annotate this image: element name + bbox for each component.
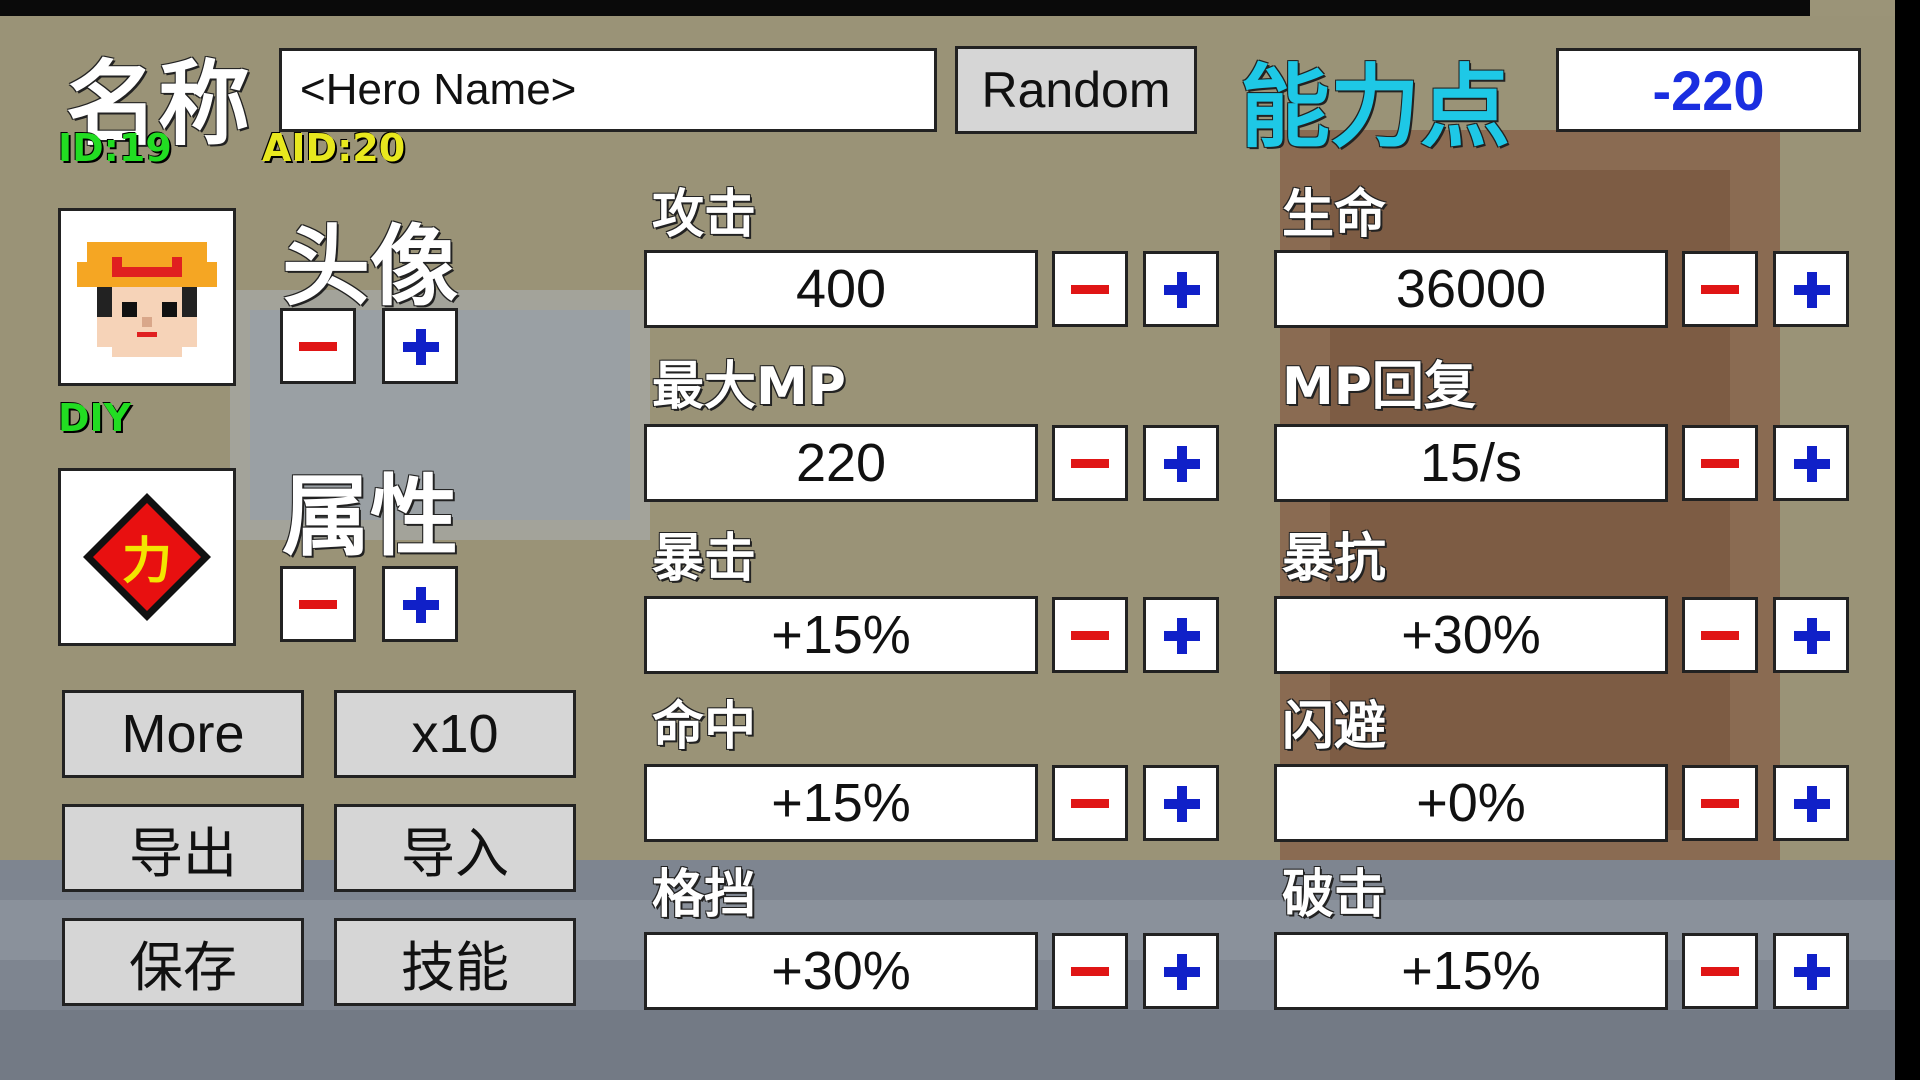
export-button[interactable]: 导出 — [62, 804, 304, 892]
attribute-preview[interactable]: 力 — [58, 468, 236, 646]
crit-plus-button[interactable] — [1143, 597, 1219, 673]
hp-minus-button[interactable] — [1682, 251, 1758, 327]
mp-regen-plus-button[interactable] — [1773, 425, 1849, 501]
minus-icon — [1701, 631, 1739, 640]
pierce-plus-button[interactable] — [1773, 933, 1849, 1009]
import-button[interactable]: 导入 — [334, 804, 576, 892]
crit-value: +15% — [644, 596, 1038, 674]
max-mp-plus-button[interactable] — [1143, 425, 1219, 501]
max-mp-value: 220 — [644, 424, 1038, 502]
hit-label: 命中 — [652, 697, 757, 757]
minus-icon — [1701, 967, 1739, 976]
block-minus-button[interactable] — [1052, 933, 1128, 1009]
plus-icon-bar — [1807, 786, 1817, 822]
hp-value: 36000 — [1274, 250, 1668, 328]
plus-icon-bar — [1177, 954, 1187, 990]
plus-icon-bar — [416, 587, 426, 623]
save-button[interactable]: 保存 — [62, 918, 304, 1006]
mp-regen-label: MP回复 — [1282, 357, 1476, 417]
crit-minus-button[interactable] — [1052, 597, 1128, 673]
plus-icon-bar — [1807, 272, 1817, 308]
minus-icon — [1701, 285, 1739, 294]
block-plus-button[interactable] — [1143, 933, 1219, 1009]
minus-icon — [1071, 967, 1109, 976]
ability-points-value: -220 — [1652, 58, 1765, 122]
id-tag: ID:19 — [58, 126, 172, 170]
minus-icon — [1071, 285, 1109, 294]
block-value: +30% — [644, 932, 1038, 1010]
attack-plus-button[interactable] — [1143, 251, 1219, 327]
top-bar — [0, 0, 1810, 16]
dodge-plus-button[interactable] — [1773, 765, 1849, 841]
max-mp-minus-button[interactable] — [1052, 425, 1128, 501]
pierce-label: 破击 — [1282, 865, 1387, 925]
minus-icon — [1071, 631, 1109, 640]
minus-icon — [299, 342, 337, 351]
minus-icon — [1701, 799, 1739, 808]
plus-icon-bar — [1807, 618, 1817, 654]
diy-tag: DIY — [58, 396, 132, 440]
hp-plus-button[interactable] — [1773, 251, 1849, 327]
minus-icon — [1071, 459, 1109, 468]
mp-regen-minus-button[interactable] — [1682, 425, 1758, 501]
hero-name-input[interactable]: <Hero Name> — [279, 48, 937, 132]
attribute-prev-button[interactable] — [280, 566, 356, 642]
max-mp-label: 最大MP — [652, 357, 846, 417]
avatar-prev-button[interactable] — [280, 308, 356, 384]
plus-icon-bar — [1177, 272, 1187, 308]
mp-regen-value: 15/s — [1274, 424, 1668, 502]
aid-tag: AID:20 — [262, 126, 406, 170]
plus-icon-bar — [1807, 954, 1817, 990]
crit-resist-label: 暴抗 — [1282, 529, 1387, 589]
attribute-glyph: 力 — [122, 533, 172, 589]
avatar-preview[interactable] — [58, 208, 236, 386]
avatar-next-button[interactable] — [382, 308, 458, 384]
hit-value: +15% — [644, 764, 1038, 842]
hero-name-placeholder: <Hero Name> — [300, 65, 577, 114]
plus-icon-bar — [1177, 786, 1187, 822]
plus-icon-bar — [416, 329, 426, 365]
pierce-minus-button[interactable] — [1682, 933, 1758, 1009]
hp-label: 生命 — [1282, 185, 1387, 245]
plus-icon-bar — [1177, 446, 1187, 482]
ability-points-label: 能力点 — [1240, 55, 1510, 160]
more-button[interactable]: More — [62, 690, 304, 778]
dodge-minus-button[interactable] — [1682, 765, 1758, 841]
attack-label: 攻击 — [652, 185, 757, 245]
attribute-label: 属性 — [282, 465, 459, 568]
minus-icon — [1701, 459, 1739, 468]
right-edge-bar — [1895, 0, 1920, 1080]
hit-minus-button[interactable] — [1052, 765, 1128, 841]
random-name-button[interactable]: Random — [955, 46, 1197, 134]
minus-icon — [1071, 799, 1109, 808]
dodge-label: 闪避 — [1282, 697, 1387, 757]
hit-plus-button[interactable] — [1143, 765, 1219, 841]
dodge-value: +0% — [1274, 764, 1668, 842]
avatar-label: 头像 — [282, 215, 459, 318]
attack-minus-button[interactable] — [1052, 251, 1128, 327]
ability-points-value-box: -220 — [1556, 48, 1861, 132]
crit-resist-value: +30% — [1274, 596, 1668, 674]
x10-button[interactable]: x10 — [334, 690, 576, 778]
block-label: 格挡 — [652, 865, 757, 925]
crit-resist-minus-button[interactable] — [1682, 597, 1758, 673]
plus-icon-bar — [1177, 618, 1187, 654]
attack-value: 400 — [644, 250, 1038, 328]
skills-button[interactable]: 技能 — [334, 918, 576, 1006]
crit-resist-plus-button[interactable] — [1773, 597, 1849, 673]
crit-label: 暴击 — [652, 529, 757, 589]
plus-icon-bar — [1807, 446, 1817, 482]
pierce-value: +15% — [1274, 932, 1668, 1010]
minus-icon — [299, 600, 337, 609]
hero-face-icon — [77, 242, 217, 357]
attribute-next-button[interactable] — [382, 566, 458, 642]
